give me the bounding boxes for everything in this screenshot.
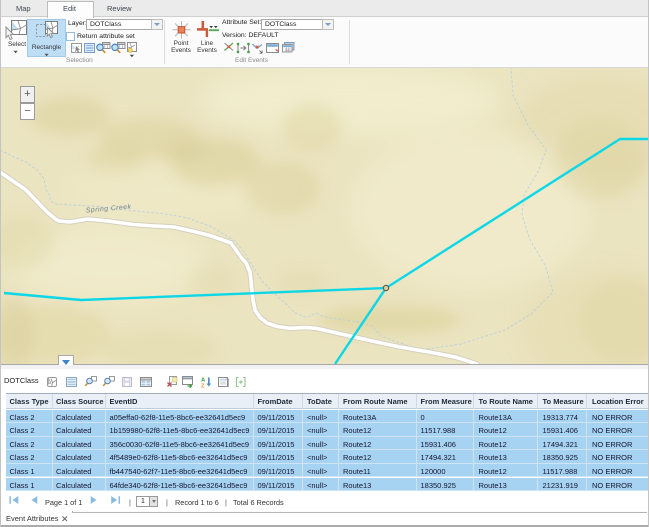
svg-text:Z: Z	[201, 384, 205, 390]
